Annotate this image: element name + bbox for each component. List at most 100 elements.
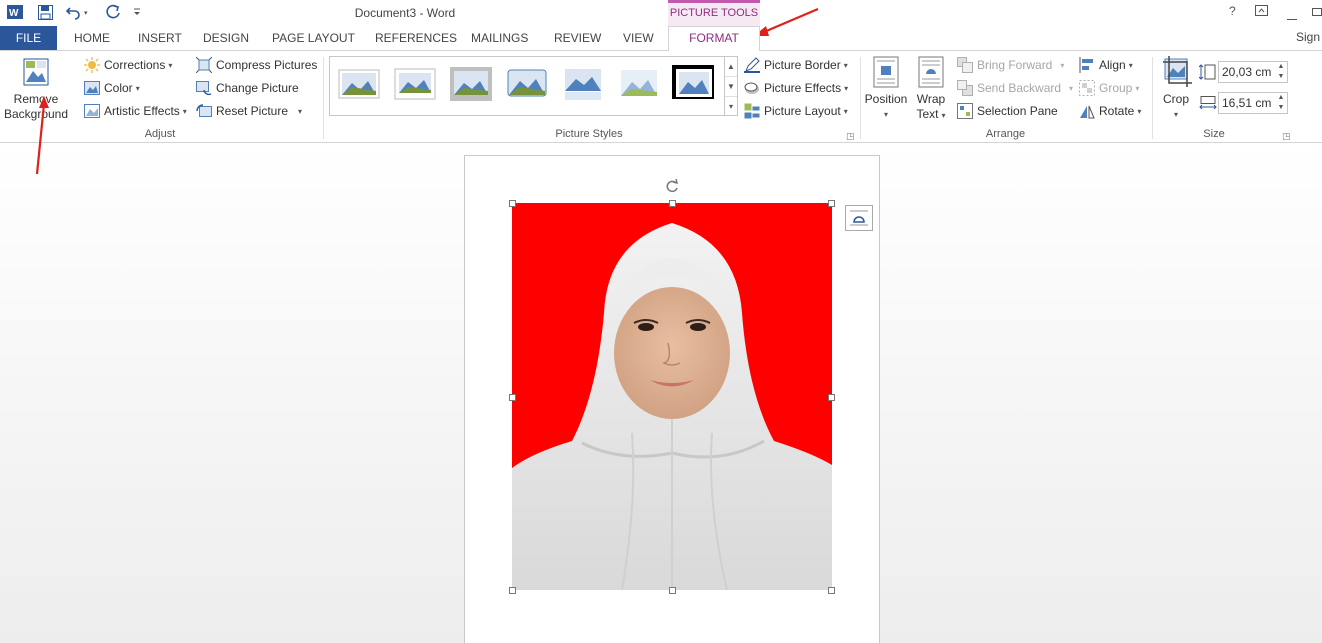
picture-styles-gallery bbox=[329, 56, 725, 116]
reset-picture-icon bbox=[196, 104, 212, 117]
picture-style-rounded-icon[interactable] bbox=[506, 67, 548, 101]
gallery-scroll-up-icon[interactable]: ▲ bbox=[725, 57, 737, 77]
tab-insert[interactable]: INSERT bbox=[138, 26, 182, 50]
shape-width-input[interactable]: 16,51 cm ▲ ▼ bbox=[1218, 92, 1288, 114]
face-shape bbox=[614, 287, 730, 419]
rotate-button[interactable]: Rotate ▾ bbox=[1079, 101, 1141, 121]
sign-in-link[interactable]: Sign bbox=[1296, 30, 1320, 44]
resize-handle-bottom-right[interactable] bbox=[828, 587, 835, 594]
size-dialog-launcher-icon[interactable]: ◳ bbox=[1282, 131, 1291, 142]
picture-style-thick-black-frame-icon[interactable] bbox=[672, 65, 714, 99]
reset-picture-button[interactable]: Reset Picture ▾ bbox=[196, 101, 302, 121]
bring-forward-label: Bring Forward bbox=[977, 58, 1053, 72]
artistic-effects-button[interactable]: Artistic Effects ▾ bbox=[84, 101, 187, 121]
picture-style-white-border-icon[interactable] bbox=[394, 67, 436, 101]
picture-style-reflected-icon[interactable] bbox=[562, 67, 604, 101]
resize-handle-top[interactable] bbox=[669, 200, 676, 207]
tab-references[interactable]: REFERENCES bbox=[375, 26, 457, 50]
resize-handle-right[interactable] bbox=[828, 394, 835, 401]
position-button[interactable]: Position ▾ bbox=[863, 56, 909, 122]
shape-width-value: 16,51 cm bbox=[1222, 96, 1272, 110]
color-picture-icon bbox=[84, 81, 100, 95]
shape-height-spinner[interactable]: ▲ ▼ bbox=[1275, 62, 1287, 82]
ribbon-tabs: FILE HOME INSERT DESIGN PAGE LAYOUT REFE… bbox=[0, 26, 1322, 51]
wrap-text-button[interactable]: Wrap Text ▾ bbox=[912, 56, 950, 123]
change-picture-label: Change Picture bbox=[216, 81, 299, 95]
reset-picture-label: Reset Picture bbox=[216, 104, 289, 118]
shape-height-input[interactable]: 20,03 cm ▲ ▼ bbox=[1218, 61, 1288, 83]
position-label: Position bbox=[864, 92, 908, 106]
layout-options-icon[interactable] bbox=[845, 205, 873, 231]
tab-page-layout[interactable]: PAGE LAYOUT bbox=[272, 26, 355, 50]
bring-forward-icon bbox=[957, 57, 973, 73]
group-separator bbox=[860, 57, 861, 139]
compress-pictures-button[interactable]: Compress Pictures bbox=[196, 55, 317, 75]
picture-style-simple-frame-icon[interactable] bbox=[338, 67, 380, 101]
picture-layout-button[interactable]: Picture Layout ▾ bbox=[744, 101, 848, 121]
picture-styles-group-label: Picture Styles bbox=[555, 128, 623, 140]
crop-icon bbox=[1163, 56, 1192, 87]
picture-effects-label: Picture Effects bbox=[764, 81, 842, 95]
tab-mailings[interactable]: MAILINGS bbox=[471, 26, 528, 50]
bring-forward-button[interactable]: Bring Forward ▾ bbox=[957, 55, 1064, 75]
corrections-button[interactable]: Corrections ▾ bbox=[84, 55, 172, 75]
resize-handle-left[interactable] bbox=[509, 394, 516, 401]
artistic-effects-icon bbox=[84, 104, 100, 118]
resize-handle-top-left[interactable] bbox=[509, 200, 516, 207]
help-button[interactable]: ? bbox=[1229, 4, 1236, 18]
compress-pictures-label: Compress Pictures bbox=[216, 58, 318, 72]
remove-background-button[interactable]: Remove Background bbox=[2, 56, 70, 122]
picture-style-shadow-rectangle-icon[interactable] bbox=[450, 67, 492, 101]
remove-background-label-2: Background bbox=[3, 107, 69, 121]
gallery-more-icon[interactable]: ▾ bbox=[725, 97, 737, 117]
send-backward-button[interactable]: Send Backward ▾ bbox=[957, 78, 1073, 98]
group-button[interactable]: Group ▾ bbox=[1079, 78, 1139, 98]
color-button[interactable]: Color ▾ bbox=[84, 78, 140, 98]
resize-handle-bottom-left[interactable] bbox=[509, 587, 516, 594]
picture-effects-button[interactable]: Picture Effects ▾ bbox=[744, 78, 848, 98]
align-button[interactable]: Align ▾ bbox=[1079, 55, 1133, 75]
shape-width-spinner[interactable]: ▲ ▼ bbox=[1275, 93, 1287, 113]
rotate-handle-icon[interactable] bbox=[664, 178, 680, 197]
tab-design[interactable]: DESIGN bbox=[203, 26, 249, 50]
picture-border-button[interactable]: Picture Border ▾ bbox=[744, 55, 848, 75]
minimize-icon[interactable] bbox=[1287, 10, 1297, 24]
shape-width-icon bbox=[1199, 96, 1217, 113]
remove-background-label-1: Remove bbox=[13, 92, 59, 106]
selection-pane-button[interactable]: Selection Pane bbox=[957, 101, 1058, 121]
crop-button[interactable]: Crop ▾ bbox=[1156, 56, 1196, 122]
picture-styles-dialog-launcher-icon[interactable]: ◳ bbox=[846, 131, 855, 142]
group-separator bbox=[323, 57, 324, 139]
group-label: Group bbox=[1099, 81, 1133, 95]
change-picture-button[interactable]: Change Picture bbox=[196, 78, 299, 98]
resize-handle-top-right[interactable] bbox=[828, 200, 835, 207]
tab-format[interactable]: FORMAT bbox=[668, 26, 760, 51]
resize-handle-bottom[interactable] bbox=[669, 587, 676, 594]
ribbon-display-options-icon[interactable] bbox=[1255, 5, 1268, 19]
send-backward-label: Send Backward bbox=[977, 81, 1062, 95]
gallery-scroll-controls: ▲ ▼ ▾ bbox=[724, 56, 738, 116]
picture-style-soft-edge-icon[interactable] bbox=[618, 67, 660, 101]
group-icon bbox=[1079, 80, 1095, 96]
tab-review[interactable]: REVIEW bbox=[554, 26, 601, 50]
color-label: Color bbox=[104, 81, 133, 95]
picture-border-label: Picture Border bbox=[764, 58, 841, 72]
artistic-effects-label: Artistic Effects bbox=[104, 104, 180, 118]
gallery-scroll-down-icon[interactable]: ▼ bbox=[725, 77, 737, 97]
picture-effects-icon bbox=[744, 82, 759, 94]
adjust-group-label: Adjust bbox=[144, 128, 176, 140]
wrap-text-label-2: Text bbox=[916, 107, 939, 121]
selected-photo[interactable] bbox=[512, 203, 832, 590]
picture-tools-contextual-label: PICTURE TOOLS bbox=[668, 0, 760, 26]
rotate-label: Rotate bbox=[1099, 104, 1135, 118]
change-picture-icon bbox=[196, 81, 212, 96]
group-separator bbox=[1152, 57, 1153, 139]
rotate-icon bbox=[1080, 105, 1095, 119]
tab-view[interactable]: VIEW bbox=[623, 26, 654, 50]
shape-height-icon bbox=[1198, 64, 1217, 83]
remove-background-icon bbox=[23, 58, 49, 86]
tab-file[interactable]: FILE bbox=[0, 26, 57, 50]
restore-icon[interactable] bbox=[1312, 5, 1322, 19]
picture-layout-icon bbox=[744, 103, 760, 119]
tab-home[interactable]: HOME bbox=[74, 26, 110, 50]
